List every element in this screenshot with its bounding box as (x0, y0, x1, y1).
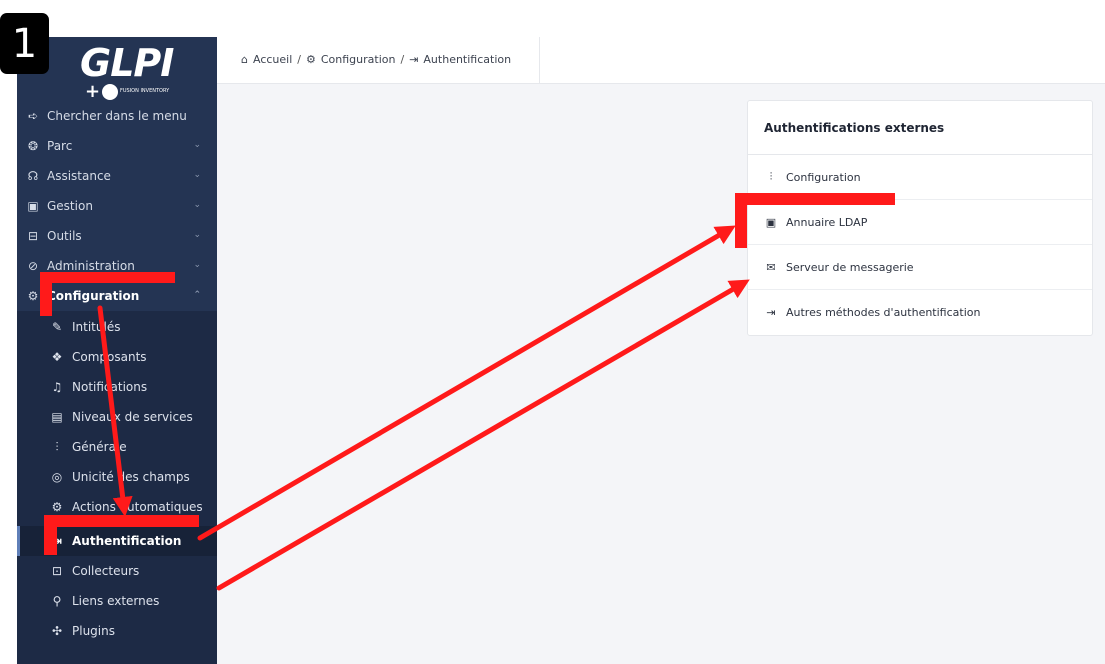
components-icon: ❖ (51, 350, 63, 364)
menu-search-label: Chercher dans le menu (47, 109, 187, 123)
card-link-ldap[interactable]: ▣ Annuaire LDAP (748, 200, 1092, 245)
chevron-down-icon: ⌄ (193, 170, 201, 180)
submenu-item-label: Niveaux de services (72, 410, 193, 424)
sidebar-item-label: Administration (47, 259, 135, 273)
edit-icon: ✎ (51, 320, 63, 334)
sidebar-item-label: Parc (47, 139, 73, 153)
breadcrumb: ⌂ Accueil / ⚙ Configuration / ⇥ Authenti… (241, 53, 511, 66)
card-title: Authentifications externes (748, 101, 1092, 155)
address-book-icon: ▣ (765, 215, 777, 229)
sidebar-item-gestion[interactable]: ▣ Gestion ⌄ (17, 191, 217, 221)
submenu-item-label: Intitulés (72, 320, 121, 334)
breadcrumb-separator: / (297, 53, 301, 66)
sidebar-item-label: Configuration (47, 289, 140, 303)
arrow-right-icon: ➪ (27, 109, 39, 123)
submenu-item-plugins[interactable]: ✣ Plugins (17, 616, 217, 646)
briefcase-icon: ⊟ (27, 229, 39, 243)
submenu-item-label: Liens externes (72, 594, 160, 608)
submenu-item-authentification[interactable]: ⇥ Authentification (17, 526, 217, 556)
headset-icon: ☊ (27, 169, 39, 183)
chevron-down-icon: ⌄ (193, 200, 201, 210)
chevron-down-icon: ⌄ (193, 260, 201, 270)
sliders-icon: ⫶ (55, 439, 59, 454)
settings-automation-icon: ⚙ (51, 500, 63, 514)
submenu-item-collecteurs[interactable]: ⊡ Collecteurs (17, 556, 217, 586)
step-number-badge: 1 (0, 13, 49, 74)
submenu-item-niveaux-services[interactable]: ▤ Niveaux de services (17, 402, 217, 432)
login-icon: ⇥ (51, 534, 63, 548)
submenu-item-unicite-champs[interactable]: ◎ Unicité des champs (17, 462, 217, 492)
submenu-item-label: Notifications (72, 380, 148, 394)
login-icon: ⇥ (409, 53, 419, 66)
card-link-label: Serveur de messagerie (786, 260, 914, 274)
sidebar-item-label: Assistance (47, 169, 111, 183)
breadcrumb-divider (539, 37, 540, 83)
card-link-label: Configuration (786, 170, 861, 184)
inbox-icon: ⊡ (51, 564, 63, 578)
submenu-item-intitules[interactable]: ✎ Intitulés (17, 312, 217, 342)
submenu-item-liens-externes[interactable]: ⚲ Liens externes (17, 586, 217, 616)
sidebar-item-label: Gestion (47, 199, 93, 213)
submenu-item-label: Unicité des champs (72, 470, 190, 484)
submenu-item-label: Plugins (72, 624, 115, 638)
menu-search[interactable]: ➪ Chercher dans le menu (17, 101, 217, 131)
shield-check-icon: ⊘ (27, 259, 39, 273)
fingerprint-icon: ◎ (51, 470, 63, 484)
submenu-item-label: Actions automatiques (72, 500, 203, 514)
fusion-logo-icon (102, 84, 118, 100)
sliders-icon: ⫶ (769, 170, 773, 183)
sidebar-item-outils[interactable]: ⊟ Outils ⌄ (17, 221, 217, 251)
sidebar: GLPI + FUSION INVENTORY ➪ Chercher dans … (17, 37, 217, 664)
cube-icon: ❂ (27, 139, 39, 153)
breadcrumb-separator: / (400, 53, 405, 66)
logo-text: GLPI (80, 41, 174, 85)
card-link-label: Annuaire LDAP (786, 215, 868, 229)
card-link-other-methods[interactable]: ⇥ Autres méthodes d'authentification (748, 290, 1092, 335)
submenu-item-label: Composants (72, 350, 147, 364)
link-icon: ⚲ (52, 594, 62, 608)
puzzle-icon: ✣ (51, 624, 63, 638)
submenu-item-generale[interactable]: ⫶ Générale (17, 432, 217, 462)
screen: 1 GLPI + FUSION INVENTORY ➪ Chercher dan… (0, 0, 1105, 664)
submenu-item-composants[interactable]: ❖ Composants (17, 342, 217, 372)
sidebar-item-configuration[interactable]: ⚙ Configuration ⌃ (17, 281, 217, 311)
card-link-mail-server[interactable]: ✉ Serveur de messagerie (748, 245, 1092, 290)
home-icon: ⌂ (241, 53, 248, 66)
card-link-configuration[interactable]: ⫶ Configuration (748, 155, 1092, 200)
chevron-down-icon: ⌄ (193, 140, 201, 150)
login-icon: ⇥ (766, 306, 776, 319)
bell-icon: ♫ (51, 380, 63, 394)
chevron-down-icon: ⌄ (193, 230, 201, 240)
logo-plus: + (85, 81, 101, 102)
submenu-item-notifications[interactable]: ♫ Notifications (17, 372, 217, 402)
breadcrumb-configuration[interactable]: Configuration (321, 53, 396, 66)
mail-icon: ✉ (766, 260, 776, 274)
sidebar-item-label: Outils (47, 229, 82, 243)
clipboard-icon: ▤ (51, 410, 63, 424)
submenu-item-label: Générale (72, 440, 127, 454)
external-auth-card: Authentifications externes ⫶ Configurati… (747, 100, 1093, 336)
gear-icon: ⚙ (305, 53, 316, 66)
breadcrumb-authentification[interactable]: Authentification (423, 53, 511, 66)
fusion-logo-text: FUSION INVENTORY (120, 88, 170, 94)
submenu-item-label: Authentification (72, 534, 182, 548)
top-bar: ⌂ Accueil / ⚙ Configuration / ⇥ Authenti… (217, 37, 1105, 84)
card-link-label: Autres méthodes d'authentification (786, 306, 981, 319)
submenu-item-actions-automatiques[interactable]: ⚙ Actions automatiques (17, 492, 217, 522)
wallet-icon: ▣ (27, 199, 39, 213)
chevron-up-icon: ⌃ (193, 290, 201, 300)
breadcrumb-home[interactable]: Accueil (253, 53, 292, 66)
configuration-submenu: ✎ Intitulés ❖ Composants ♫ Notifications… (17, 311, 217, 664)
sidebar-item-administration[interactable]: ⊘ Administration ⌄ (17, 251, 217, 281)
sidebar-item-parc[interactable]: ❂ Parc ⌄ (17, 131, 217, 161)
gear-icon: ⚙ (27, 289, 39, 303)
submenu-item-label: Collecteurs (72, 564, 140, 578)
sidebar-item-assistance[interactable]: ☊ Assistance ⌄ (17, 161, 217, 191)
